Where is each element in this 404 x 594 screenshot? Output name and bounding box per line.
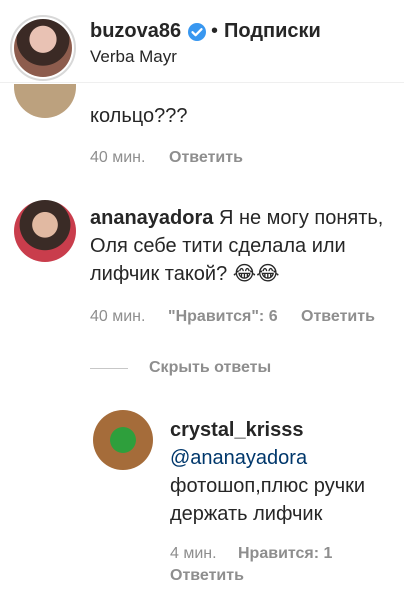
reply-reply-button[interactable]: Ответить bbox=[170, 567, 244, 585]
reply-username[interactable]: crystal_krisss bbox=[170, 419, 303, 441]
reply-button[interactable]: Ответить bbox=[169, 149, 243, 167]
emoji: 😂😂 bbox=[232, 263, 280, 285]
comment-avatar[interactable] bbox=[14, 200, 76, 262]
reply-time: 4 мин. bbox=[170, 545, 217, 562]
comment-text: ananayadora Я не могу понять, Оля себе т… bbox=[90, 204, 400, 288]
location-link[interactable]: Verba Mayr bbox=[90, 47, 177, 67]
comment-avatar[interactable] bbox=[14, 84, 76, 118]
reply-text: crystal_krisss @ananayadora фотошоп,плюс… bbox=[170, 416, 402, 528]
profile-avatar[interactable] bbox=[14, 19, 72, 77]
reply-avatar[interactable] bbox=[93, 410, 153, 470]
likes-count[interactable]: "Нравится": 6 bbox=[168, 308, 278, 326]
reply-text-line1: фотошоп,плюс ручки bbox=[170, 475, 366, 497]
replies-divider bbox=[90, 368, 128, 369]
comment-text-line2: Оля себе тити сделала или bbox=[90, 235, 346, 257]
header-username[interactable]: buzova86 bbox=[90, 20, 181, 43]
comment-username[interactable]: ananayadora bbox=[90, 207, 213, 229]
hide-replies-button[interactable]: Скрыть ответы bbox=[149, 359, 271, 377]
comment-time: 40 мин. bbox=[90, 149, 146, 166]
verified-badge-icon bbox=[188, 23, 206, 41]
reply-button[interactable]: Ответить bbox=[301, 308, 375, 326]
reply-text-line2: держать лифчик bbox=[170, 503, 323, 525]
following-button[interactable]: Подписки bbox=[224, 20, 321, 43]
reply-mention[interactable]: @ananayadora bbox=[170, 447, 307, 469]
comment-time: 40 мин. bbox=[90, 308, 146, 325]
header-separator: • bbox=[211, 20, 219, 42]
reply-likes-count[interactable]: Нравится: 1 bbox=[238, 545, 332, 563]
comment-text-line1: Я не могу понять, bbox=[218, 207, 384, 229]
comment-text-line3: лифчик такой? bbox=[90, 263, 228, 285]
comment-text: кольцо??? bbox=[90, 105, 188, 127]
